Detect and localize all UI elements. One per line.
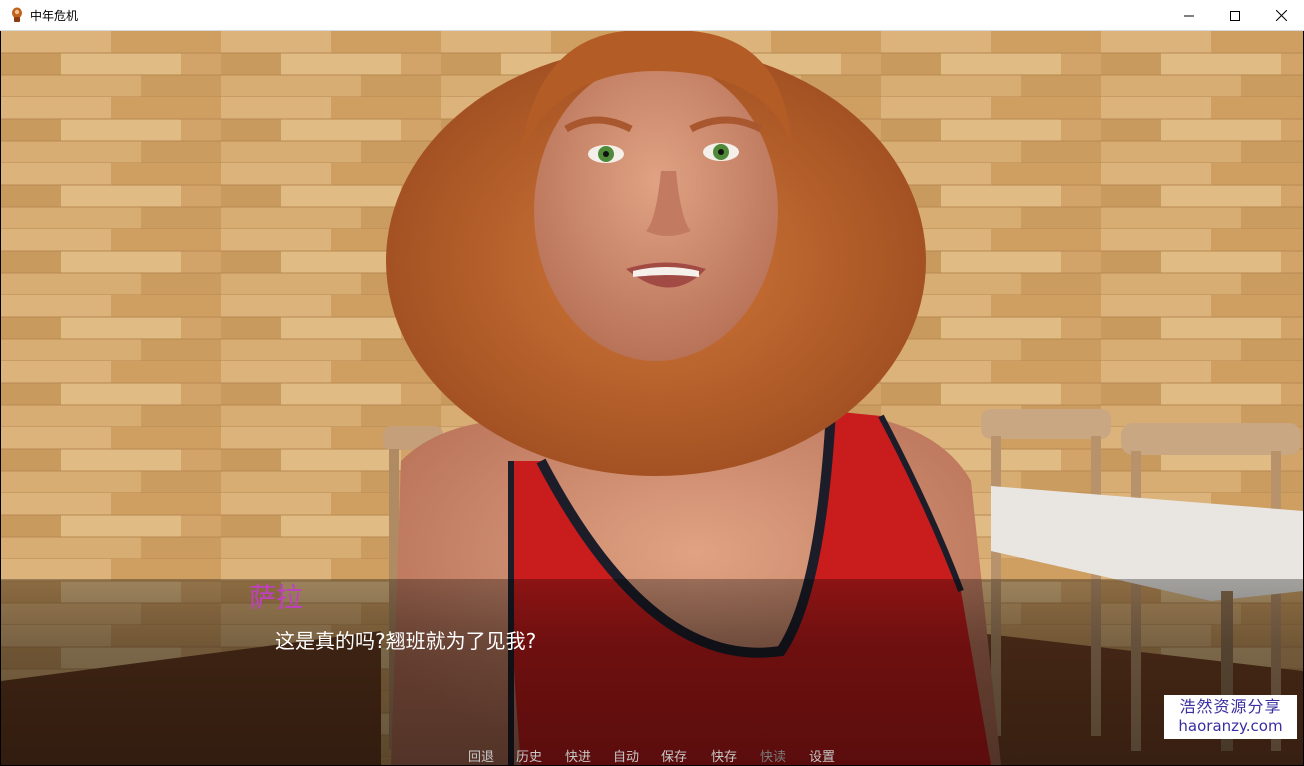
watermark-url: haoranzy.com: [1178, 717, 1283, 735]
watermark: 浩然资源分享 haoranzy.com: [1164, 695, 1297, 739]
maximize-button[interactable]: [1212, 0, 1258, 31]
dialogue-box[interactable]: [1, 579, 1303, 765]
minimize-icon: [1184, 15, 1194, 16]
skip-button[interactable]: 快进: [565, 746, 591, 765]
auto-button[interactable]: 自动: [613, 746, 639, 765]
game-viewport[interactable]: 萨拉 这是真的吗?翘班就为了见我? 回退 历史 快进 自动 保存 快存 快读 设…: [1, 31, 1303, 765]
window-title: 中年危机: [30, 8, 79, 23]
maximize-icon: [1230, 10, 1240, 21]
close-icon: [1275, 10, 1287, 21]
settings-button[interactable]: 设置: [809, 746, 835, 765]
rollback-button[interactable]: 回退: [468, 746, 494, 765]
app-icon: [10, 7, 24, 23]
history-button[interactable]: 历史: [516, 746, 542, 765]
minimize-button[interactable]: [1166, 0, 1212, 31]
quick-load-button[interactable]: 快读: [760, 746, 786, 765]
window-title-bar[interactable]: 中年危机: [0, 0, 1304, 31]
speaker-name: 萨拉: [249, 583, 303, 614]
dialogue-text: 这是真的吗?翘班就为了见我?: [275, 629, 537, 653]
save-button[interactable]: 保存: [661, 746, 687, 765]
quick-save-button[interactable]: 快存: [711, 746, 737, 765]
close-button[interactable]: [1258, 0, 1304, 31]
quick-menu: 回退 历史 快进 自动 保存 快存 快读 设置: [1, 746, 1303, 765]
watermark-title: 浩然资源分享: [1179, 697, 1282, 716]
